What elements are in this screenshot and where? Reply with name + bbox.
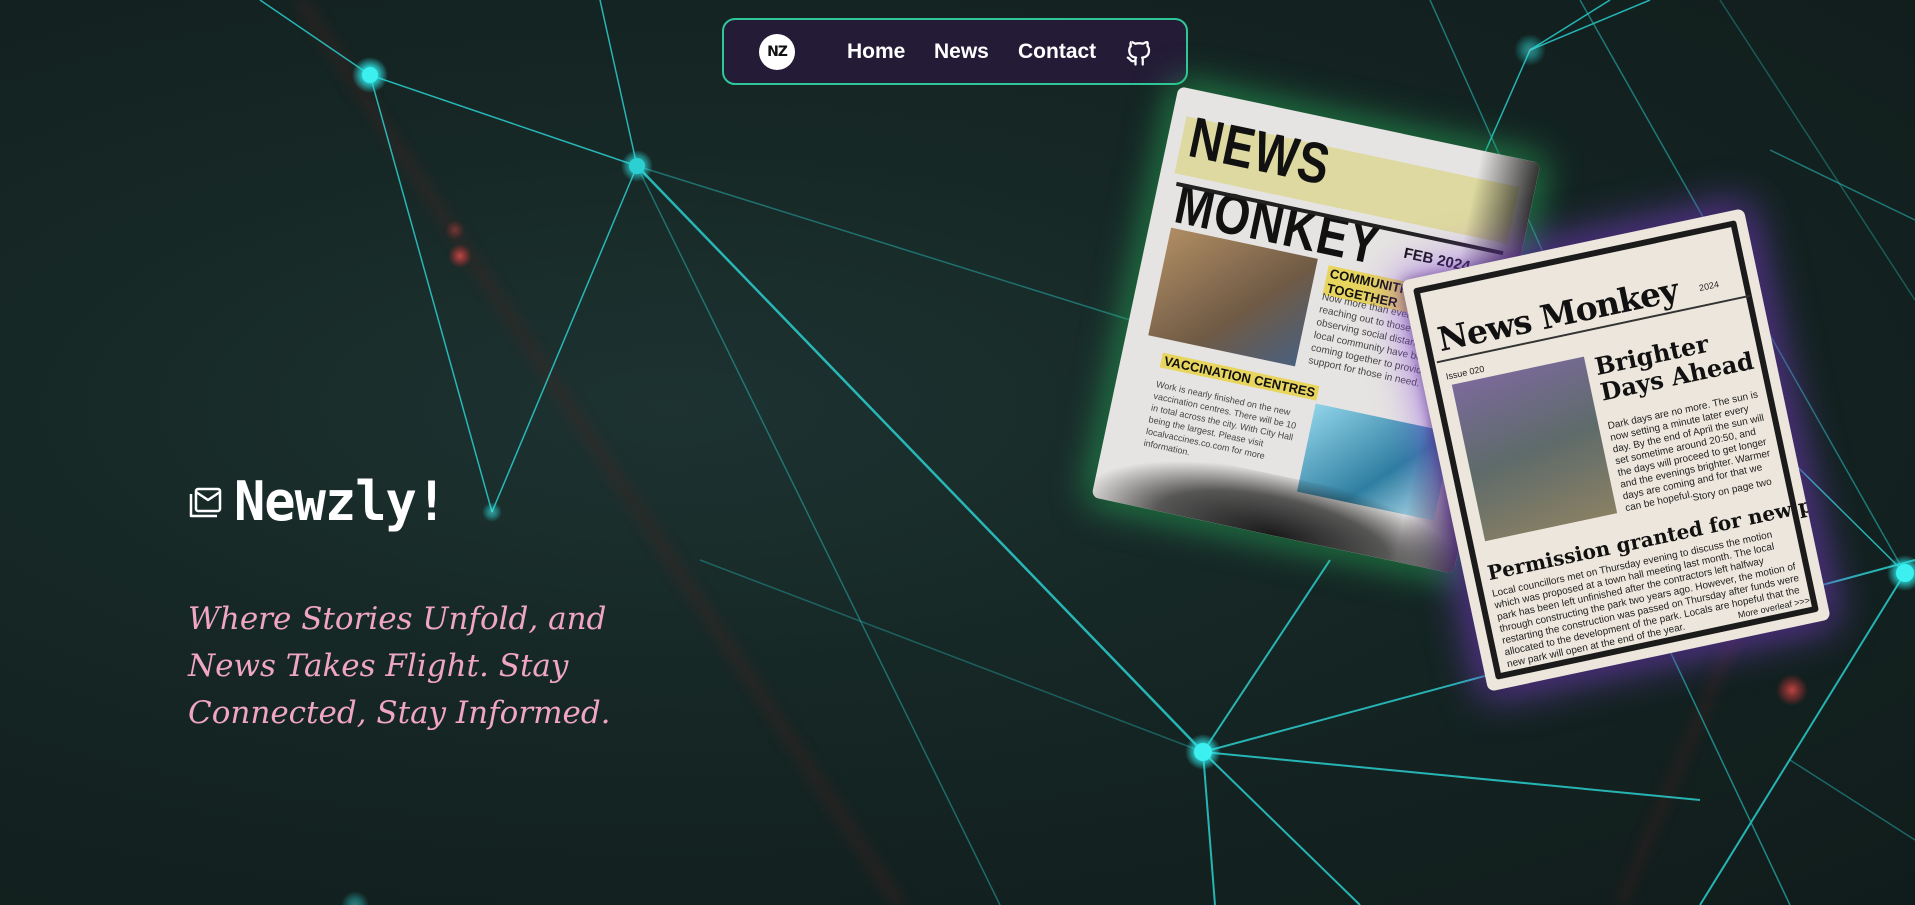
- logo-text: NZ: [767, 44, 788, 60]
- nav-link-news[interactable]: News: [934, 40, 989, 64]
- newspaper-stack-icon: [189, 487, 222, 518]
- brand: Newzly!: [188, 470, 447, 534]
- nav-link-contact[interactable]: Contact: [1018, 40, 1096, 64]
- hero-tagline: Where Stories Unfold, and News Takes Fli…: [188, 601, 611, 731]
- github-icon[interactable]: [1124, 37, 1154, 67]
- navbar: NZ Home News Contact: [722, 18, 1188, 85]
- nav-link-home[interactable]: Home: [847, 40, 905, 64]
- brand-name: Newzly!: [234, 470, 447, 534]
- nz-logo[interactable]: NZ: [759, 34, 795, 70]
